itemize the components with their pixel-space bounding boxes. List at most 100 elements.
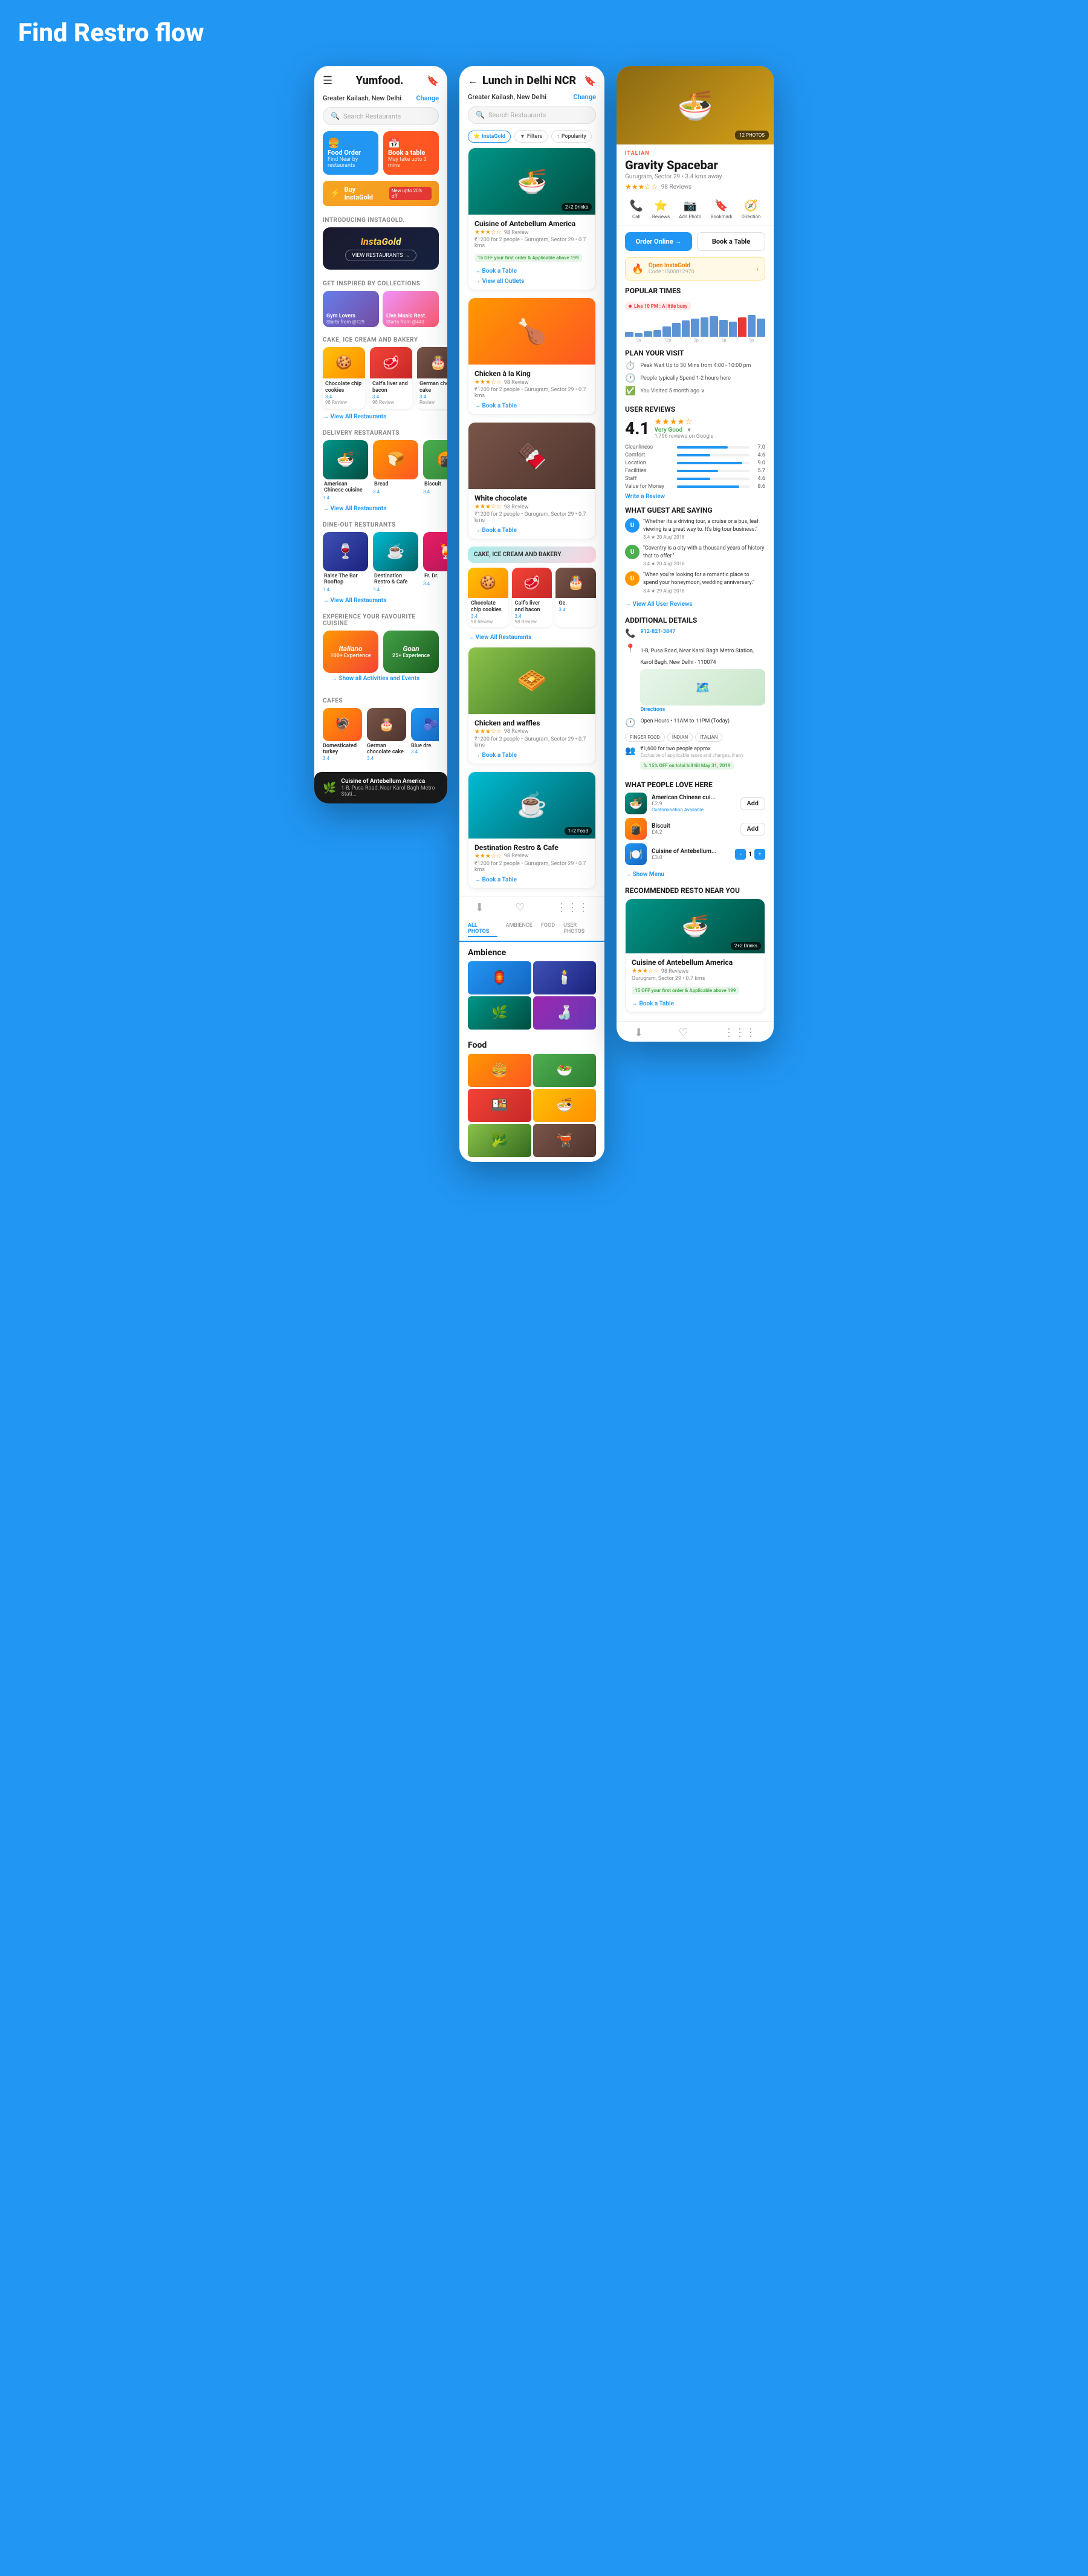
book-link-1[interactable]: → Book a Table [474,403,589,409]
collection-info: Gym Lovers Starts from @129 [326,313,364,325]
bookmark-detail-label: Bookmark [710,214,732,219]
book-link-2[interactable]: → Book a Table [474,527,589,534]
dine-card-1[interactable]: ☕ Destination Restro & Cafe 3.4 [373,532,418,592]
order-online-btn[interactable]: Order Online → [625,232,692,251]
address-detail-item: 📍 1-B, Pusa Road, Near Karol Bagh Metro … [625,643,765,713]
bakery-card-2[interactable]: 🎂 German choc. cake 3.4 Review [417,347,447,409]
rec-book-link[interactable]: → Book a Table [632,1001,759,1007]
bottom-card[interactable]: 🌿 Cuisine of Antebellum America 1-B, Pus… [314,772,447,803]
small-card-2[interactable]: 🎂 Ge. 3.4 [555,568,596,627]
food-order-btn[interactable]: 🍔 Food Order Find Near by restaurants [323,131,378,175]
dine-view-all[interactable]: → View All Restaurants [314,595,447,610]
phone-detail-text[interactable]: 912-821-3847 [640,628,675,636]
view-restaurants-btn[interactable]: VIEW RESTAURANTS → [345,250,416,261]
restaurant-card-4[interactable]: ☕ 1+2 Food Destination Restro & Cafe ★★★… [468,771,596,889]
recommended-card[interactable]: 🍜 2+2 Drinks Cuisine of Antebellum Ameri… [625,898,765,1013]
phone2-change-btn[interactable]: Change [573,93,596,101]
score-label: Very Good ▼ [655,427,714,433]
book-link-4[interactable]: → Book a Table [474,877,589,883]
collection-card-0[interactable]: Gym Lovers Starts from @129 [323,291,379,327]
cafe-card-2[interactable]: 🫐 Blue dre. 3.4 [411,708,439,762]
bookmark-icon[interactable]: 🔖 [427,75,439,86]
bakery-card-0[interactable]: 🍪 Chocolate chip cookies 3.4 98 Review [323,347,365,409]
add-btn-0[interactable]: Add [740,797,765,810]
view-outlets-0[interactable]: → View all Outlets [474,278,589,285]
detail-nav-grid[interactable]: ⋮⋮⋮ [724,1027,756,1039]
filter-instagold[interactable]: ⭐ InstaGold [468,131,511,143]
restaurant-card-2[interactable]: 🍫 White chocolate ★★★☆☆ 98 Review ₹1200 … [468,422,596,539]
phone2-search[interactable]: 🔍 Search Restaurants [468,106,596,124]
dropdown-arrow[interactable]: ▼ [687,427,692,433]
directions-link[interactable]: Directions [640,707,765,713]
action-call[interactable]: 📞 Call [629,200,643,219]
view-all-reviews-btn[interactable]: → View All User Reviews [625,599,765,610]
live-text: Live 10 PM : A little busy [634,303,687,309]
bakery-view-all[interactable]: → View All Restaurants [314,411,447,426]
delivery-card-2[interactable]: 🍘 Biscuit 3.4 [423,440,447,501]
p2-nav-heart[interactable]: ♡ [515,901,525,914]
phone2-header: ← Lunch in Delhi NCR 🔖 [459,66,604,91]
hamburger-icon[interactable]: ☰ [323,74,332,87]
restaurant-card-3[interactable]: 🧇 Chicken and waffles ★★★☆☆ 98 Review ₹1… [468,647,596,764]
instagold-banner[interactable]: InstaGold VIEW RESTAURANTS → [323,227,439,270]
small-card-1[interactable]: 🥩 Calf's liver and bacon 3.4 98 Review [512,568,552,627]
page-title: Find Restro flow [12,18,1076,48]
delivery-view-all[interactable]: → View All Restaurants [314,503,447,518]
action-bookmark[interactable]: 🔖 Bookmark [710,200,732,219]
hours-text[interactable]: Open Hours • 11AM to 11PM (Today) [640,718,730,725]
love-info-2: Cuisine of Antebellum... £3.0 [652,848,730,861]
instagold-purchase-btn[interactable]: ⚡ Buy InstaGold New upto 20% off [323,181,439,206]
tab-ambience[interactable]: AMBIENCE [506,923,533,937]
tab-user-photos[interactable]: USER PHOTOS [563,923,596,937]
book-table-btn[interactable]: 📅 Book a table May take upto 3 mins [383,131,439,175]
bookmark2-icon[interactable]: 🔖 [584,75,596,86]
delivery-card-1[interactable]: 🍞 Bread 3.4 [373,440,418,501]
add-btn-1[interactable]: Add [740,823,765,835]
detail-nav-down[interactable]: ⬇ [634,1027,643,1039]
action-direction[interactable]: 🧭 Direction [742,200,761,219]
p2-nav-down[interactable]: ⬇ [475,901,484,914]
restaurant-card-1[interactable]: 🍗 Chicken à la King ★★★☆☆ 98 Review ₹120… [468,297,596,415]
bakery-card-1[interactable]: 🥩 Calf's liver and bacon 3.4 98 Review [370,347,412,409]
rating-bar-val-5: 8.6 [753,484,765,490]
visited-text[interactable]: You Visited 5 month ago ∨ [640,388,705,394]
delivery-card-0[interactable]: 🍜 American Chinese cuisine 3.4 [323,440,368,501]
decrement-btn-2[interactable]: - [735,849,746,860]
write-review-btn[interactable]: Write a Review [625,493,765,500]
bottom-card-icon: 🌿 [323,782,336,794]
tab-all-photos[interactable]: ALL PHOTOS [468,923,497,937]
direction-icon: 🧭 [744,200,757,212]
small-card-0[interactable]: 🍪 Chocolate chip cookies 3.4 98 Review [468,568,508,627]
small-review-1: 98 Review [515,619,549,625]
dine-card-2[interactable]: 🍹 Fr. Dr. 3.4 [423,532,447,592]
show-activities[interactable]: → Show all Activities and Events [323,673,439,688]
map-preview[interactable]: 🗺️ [640,669,765,706]
tab-food[interactable]: FOOD [541,923,555,937]
instagold-strip[interactable]: 🔥 Open InstaGold Code : IS00012970 › [625,257,765,281]
call-icon: 📞 [629,200,643,212]
cafe-card-0[interactable]: 🦃 Domesticated turkey 3.4 [323,708,362,762]
fav-card-1[interactable]: Goan 25+ Experience [383,631,439,673]
back-arrow-icon[interactable]: ← [468,75,478,87]
collection-card-1[interactable]: Live Music Rest. Starts from @443 [383,291,439,327]
filter-popularity[interactable]: ↑ Popularity [551,130,592,143]
dine-card-0[interactable]: 🍷 Raise The Bar Rooftop 3.4 [323,532,368,592]
fav-card-0[interactable]: Italiano 100+ Experience [323,631,378,673]
p2-view-all[interactable]: → View All Restaurants [459,632,604,647]
cafe-card-1[interactable]: 🎂 German chocolate cake 3.4 [367,708,406,762]
increment-btn-2[interactable]: + [754,849,765,860]
detail-nav-heart[interactable]: ♡ [678,1027,688,1039]
restaurant-card-0[interactable]: 🍜 2+2 Drinks Cuisine of Antebellum Ameri… [468,148,596,290]
rec-meta: Gurugram, Sector 29 • 0.7 kms [632,976,759,982]
book-link-3[interactable]: → Book a Table [474,752,589,759]
book-link-0[interactable]: → Book a Table [474,268,589,274]
filter-filters[interactable]: ▼ Filters [514,130,548,143]
action-add-photo[interactable]: 📷 Add Photo [679,200,701,219]
p2-nav-grid[interactable]: ⋮⋮⋮ [556,901,589,914]
action-reviews[interactable]: ⭐ Reviews [652,200,670,219]
book-table-detail-btn[interactable]: Book a Table [697,232,765,251]
search-bar[interactable]: 🔍 Search Restaurants [323,107,439,125]
show-menu-btn[interactable]: → Show Menu [625,869,765,880]
change-location-btn[interactable]: Change [416,94,439,102]
reviewer-avatar-0: U [625,518,640,533]
